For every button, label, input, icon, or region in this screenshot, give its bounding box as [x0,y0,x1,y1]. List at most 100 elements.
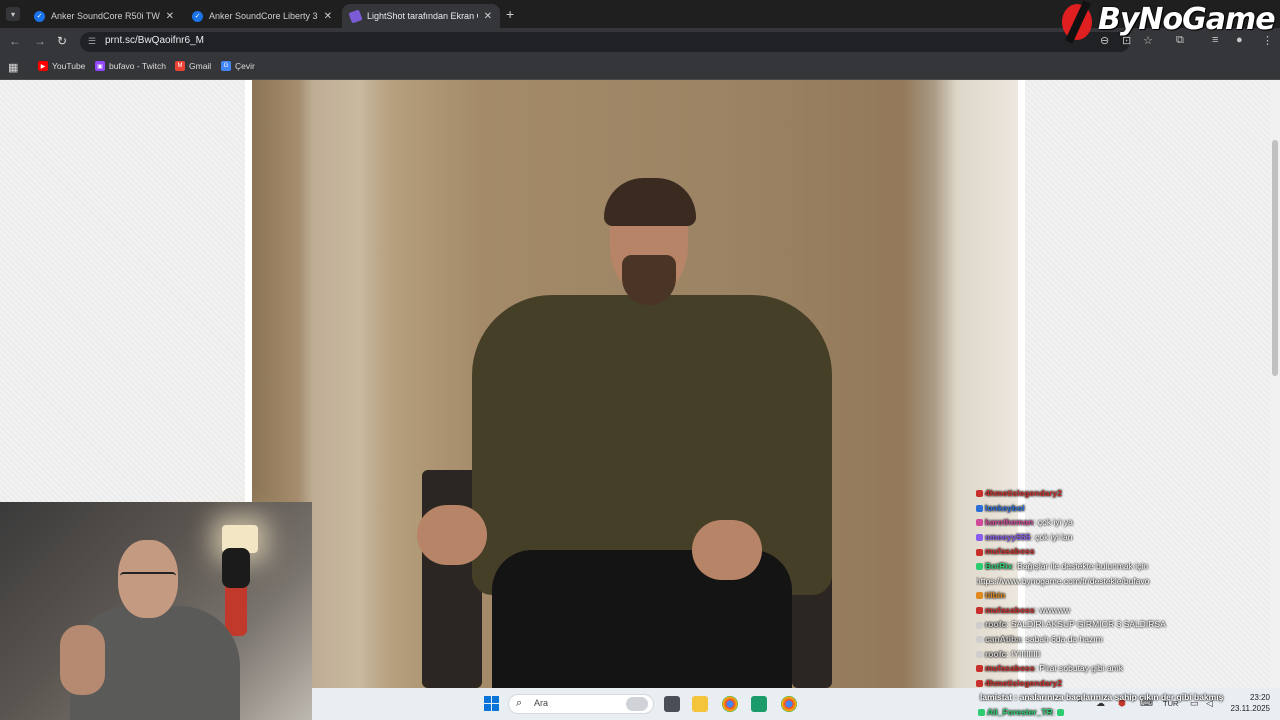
chat-badge-icon [976,650,983,658]
chat-message: roofc: IYIIIIIIIII [976,649,1040,659]
ticker-message: : [1052,707,1056,717]
chat-badge-icon [976,504,983,512]
chat-username: smeeyy555 [985,531,1031,542]
chat-message: mufasaboss: wwwww [976,605,1070,615]
clock-date: 23.11.2025 [1230,704,1270,713]
tab-anker-liberty[interactable]: ✓ Anker SoundCore Liberty 3 Pro ✕ [184,4,340,28]
bookmark-label: Çevir [235,61,255,71]
chat-text: : wwwww [1034,604,1071,615]
chat-badge-icon [976,490,983,498]
chat-username: mufasaboss [985,604,1035,615]
screenshot-image [252,80,1018,688]
chat-username: roofc [985,619,1007,630]
chat-username: roofc [985,648,1007,659]
chrome-icon[interactable] [722,696,738,712]
translate-icon: G [221,61,231,71]
chat-message: mufasaboss [976,546,1035,556]
tab-anker-r50i[interactable]: ✓ Anker SoundCore R50i TWS Ku ✕ [26,4,182,28]
chat-badge-icon [976,621,983,629]
bookmark-label: Gmail [189,61,212,71]
ticker-message: : analarınıza bacılarınıza sahip çıkın d… [1014,692,1224,702]
badge-icon [978,709,985,717]
check-favicon-icon: ✓ [34,10,45,22]
chat-text: : Bağışlar ile destekte bulunmak için [1012,561,1148,571]
chat-text: : Pirat sobutay gibi amk [1034,663,1123,674]
search-placeholder: Ara [534,698,549,708]
chat-message: lonkeybol [976,503,1025,513]
chat-message: 4hmetislegendary2 [976,488,1062,498]
close-icon[interactable]: ✕ [324,11,332,22]
chat-badge-icon [976,592,983,600]
site-info-icon[interactable]: ☰ [88,36,98,46]
chat-message: canAtiba: sabah 6da da hazım [976,634,1103,644]
chat-username: mufasaboss [985,663,1035,674]
chrome-icon[interactable] [781,696,797,712]
chat-text: : IYIIIIIIIII [1006,648,1041,659]
chat-badge-icon [976,680,983,688]
chat-username: canAtiba [985,634,1021,644]
start-button[interactable] [484,696,500,712]
search-icon: ⌕ [516,697,523,709]
person-hand [692,520,762,580]
taskbar-clock[interactable]: 23:20 23.11.2025 [1226,692,1270,714]
tab-title: LightShot tarafından Ekran Gör [367,11,478,21]
chat-username: 4hmetislegendary2 [985,677,1063,688]
chat-badge-icon [976,607,983,615]
twitch-icon: ▣ [95,61,105,71]
person-hand [417,505,487,565]
chat-badge-icon [976,563,983,571]
chat-message: BotRix: Bağışlar ile destekte bulunmak i… [976,561,1148,571]
chat-text: : sabah 6da da hazım [1020,634,1103,644]
chat-badge-icon [976,548,983,556]
back-arrow-icon[interactable]: ← [9,34,21,48]
chat-message: karotheman: çok iyi ya [976,517,1073,527]
tab-search-button[interactable]: ▾ [6,7,20,21]
close-icon[interactable]: ✕ [484,11,492,22]
chat-badge-icon [976,519,983,527]
lightshot-feather-icon [348,8,363,24]
chat-text: : SALDIRI AKSUP GIRMIOR 3 SALDIRSA [1006,619,1166,630]
bookmark-gmail[interactable]: M Gmail [175,61,211,71]
chevron-down-icon: ▾ [10,9,15,19]
tab-title: Anker SoundCore R50i TWS Ku [51,11,160,21]
new-tab-button[interactable]: + [506,6,514,22]
chat-username: 4hmetislegendary2 [985,488,1063,498]
chat-ticker-2: Ali_Forester_TR: [978,707,1066,717]
forward-arrow-icon[interactable]: → [34,34,46,48]
bookmark-label: YouTube [52,61,86,71]
webcam-microphone [222,548,250,588]
chat-badge-icon [976,636,983,644]
chat-message: tiibin [976,590,1005,600]
chat-ticker: lamistat : analarınıza bacılarınıza sahi… [980,692,1223,702]
chat-badge-icon [976,534,983,542]
url-text[interactable]: prnt.sc/BwQaoifnr6_M [105,35,204,46]
chat-message: 4hmetislegendary2 [976,678,1062,688]
chat-text: : çok iyi ya [1033,517,1073,528]
chat-username: mufasaboss [985,546,1035,557]
apps-grid-icon[interactable]: ▦ [8,61,18,74]
chat-username: karotheman [985,517,1034,528]
bookmark-twitch[interactable]: ▣ bufavo - Twitch [95,61,166,71]
chat-text: : çok iyi lan [1030,531,1073,542]
chat-message: roofc: SALDIRI AKSUP GIRMIOR 3 SALDIRSA [976,619,1166,629]
bynogame-logo-text: ByNoGame [1098,2,1276,37]
tab-title: Anker SoundCore Liberty 3 Pro [209,11,318,21]
bookmark-youtube[interactable]: ▶ YouTube [38,61,85,71]
kick-app-icon[interactable] [751,696,767,712]
tab-lightshot[interactable]: LightShot tarafından Ekran Gör ✕ [342,4,500,28]
task-view-icon[interactable] [664,696,680,712]
clock-time: 23:20 [1249,693,1270,702]
reload-icon[interactable]: ↻ [57,34,67,48]
chat-username: tiibin [985,590,1006,601]
chat-text: https://www.bynogame.com/tr/destekle/buf… [976,575,1150,586]
emote-icon [1057,709,1065,717]
file-explorer-icon[interactable] [692,696,708,712]
address-bar[interactable] [80,32,1130,52]
youtube-icon: ▶ [38,61,48,71]
bookmark-translate[interactable]: G Çevir [221,61,255,71]
chat-message: mufasaboss: Pirat sobutay gibi amk [976,663,1123,673]
scrollbar-thumb[interactable] [1272,140,1278,376]
close-icon[interactable]: ✕ [166,11,174,22]
chat-username: BotRix [985,561,1013,571]
ticker-user: lamistat [980,692,1013,702]
